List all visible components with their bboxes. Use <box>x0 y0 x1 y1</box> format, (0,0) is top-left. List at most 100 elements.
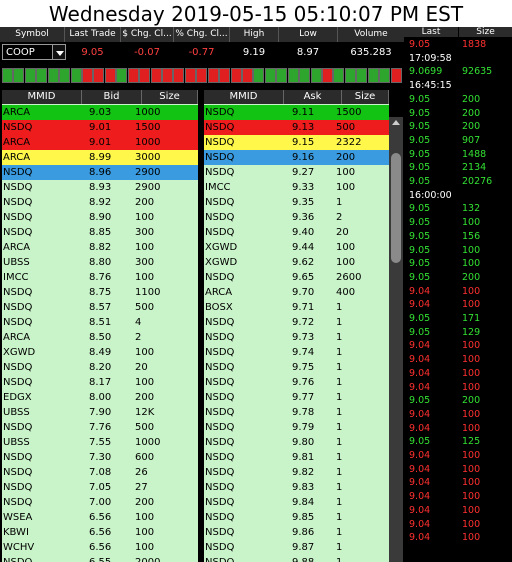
ask-row[interactable]: NSDQ 9.75 1 <box>204 360 389 376</box>
bid-row[interactable]: NSDQ 9.01 1500 <box>2 120 198 136</box>
bid-row[interactable]: NSDQ 6.55 2000 <box>2 555 198 562</box>
ask-row[interactable]: IMCC 9.33 100 <box>204 180 389 196</box>
tick-cell <box>139 68 151 83</box>
bid-row[interactable]: IMCC 8.76 100 <box>2 270 198 286</box>
trade-size: 132 <box>462 203 481 215</box>
bid-row[interactable]: NSDQ 8.17 100 <box>2 375 198 391</box>
ask-mmid: NSDQ <box>205 347 235 358</box>
ask-price: 9.79 <box>292 422 315 433</box>
bid-row[interactable]: NSDQ 7.30 600 <box>2 450 198 466</box>
scroll-thumb[interactable] <box>391 153 401 263</box>
ask-row[interactable]: NSDQ 9.87 1 <box>204 540 389 556</box>
bid-mmid: WSEA <box>3 512 33 523</box>
bid-row[interactable]: KBWI 6.56 100 <box>2 525 198 541</box>
ask-row[interactable]: NSDQ 9.83 1 <box>204 480 389 496</box>
ask-row[interactable]: XGWD 9.44 100 <box>204 240 389 256</box>
trade-row: 9.05 100 <box>404 257 512 271</box>
ask-price: 9.27 <box>292 167 315 178</box>
trade-size: 100 <box>462 381 481 393</box>
bid-row[interactable]: NSDQ 7.05 27 <box>2 480 198 496</box>
bid-row[interactable]: NSDQ 8.93 2900 <box>2 180 198 196</box>
ask-size: 1 <box>336 392 343 403</box>
trade-size: 100 <box>462 532 481 544</box>
ask-price: 9.16 <box>292 152 315 163</box>
bid-row[interactable]: UBSS 7.90 12K <box>2 405 198 421</box>
bid-row[interactable]: ARCA 8.82 100 <box>2 240 198 256</box>
bid-row[interactable]: EDGX 8.00 200 <box>2 390 198 406</box>
ask-size: 1 <box>336 377 343 388</box>
bid-row[interactable]: ARCA 8.99 3000 <box>2 150 198 166</box>
bid-row[interactable]: NSDQ 8.57 500 <box>2 300 198 316</box>
ask-row[interactable]: NSDQ 9.65 2600 <box>204 270 389 286</box>
ask-row[interactable]: NSDQ 9.84 1 <box>204 495 389 511</box>
ask-row[interactable]: NSDQ 9.35 1 <box>204 195 389 211</box>
ask-row[interactable]: NSDQ 9.79 1 <box>204 420 389 436</box>
bid-price-header[interactable]: Bid <box>82 90 142 104</box>
bid-row[interactable]: ARCA 9.01 1000 <box>2 135 198 151</box>
ask-row[interactable]: NSDQ 9.13 500 <box>204 120 389 136</box>
ask-row[interactable]: NSDQ 9.82 1 <box>204 465 389 481</box>
ask-row[interactable]: NSDQ 9.16 200 <box>204 150 389 166</box>
ask-row[interactable]: NSDQ 9.81 1 <box>204 450 389 466</box>
bid-row[interactable]: NSDQ 8.96 2900 <box>2 165 198 181</box>
bid-row[interactable]: UBSS 8.80 300 <box>2 255 198 271</box>
bid-row[interactable]: NSDQ 8.75 1100 <box>2 285 198 301</box>
bid-mmid: NSDQ <box>3 362 33 373</box>
ask-price: 9.77 <box>292 392 315 403</box>
ask-row[interactable]: NSDQ 9.15 2322 <box>204 135 389 151</box>
bid-row[interactable]: NSDQ 8.92 200 <box>2 195 198 211</box>
trade-price: 9.05 <box>409 258 431 270</box>
bid-row[interactable]: WCHV 6.56 100 <box>2 540 198 556</box>
bid-row[interactable]: WSEA 6.56 100 <box>2 510 198 526</box>
ask-row[interactable]: NSDQ 9.78 1 <box>204 405 389 421</box>
bid-row[interactable]: ARCA 8.50 2 <box>2 330 198 346</box>
ask-size-header[interactable]: Size <box>342 90 389 104</box>
bid-size: 2000 <box>135 555 160 562</box>
bid-size-header[interactable]: Size <box>142 90 198 104</box>
tick-cell <box>162 68 173 83</box>
ask-row[interactable]: NSDQ 9.11 1500 <box>204 105 389 121</box>
trade-size: 200 <box>462 271 481 283</box>
ask-row[interactable]: BOSX 9.71 1 <box>204 300 389 316</box>
ask-row[interactable]: ARCA 9.70 400 <box>204 285 389 301</box>
bid-row[interactable]: NSDQ 8.90 100 <box>2 210 198 226</box>
bid-row[interactable]: ARCA 9.03 1000 <box>2 105 198 121</box>
trade-price: 9.04 <box>409 299 431 311</box>
ask-row[interactable]: NSDQ 9.73 1 <box>204 330 389 346</box>
trade-price: 9.05 <box>409 107 431 119</box>
ask-row[interactable]: NSDQ 9.74 1 <box>204 345 389 361</box>
trade-size: 100 <box>462 450 481 461</box>
ask-row[interactable]: NSDQ 9.85 1 <box>204 510 389 526</box>
tick-cell <box>264 68 276 83</box>
bid-row[interactable]: NSDQ 8.20 20 <box>2 360 198 376</box>
bid-mmid-header[interactable]: MMID <box>2 90 82 104</box>
bid-row[interactable]: NSDQ 8.51 4 <box>2 315 198 331</box>
ask-price-header[interactable]: Ask <box>284 90 342 104</box>
ask-row[interactable]: NSDQ 9.40 20 <box>204 225 389 241</box>
ask-row[interactable]: NSDQ 9.77 1 <box>204 390 389 406</box>
bid-price: 8.51 <box>89 317 112 328</box>
bid-size: 1000 <box>135 137 161 148</box>
bid-row[interactable]: NSDQ 7.00 200 <box>2 495 198 511</box>
scroll-up-icon[interactable] <box>392 120 400 125</box>
bid-row[interactable]: UBSS 7.55 1000 <box>2 435 198 451</box>
bid-row[interactable]: NSDQ 7.76 500 <box>2 420 198 436</box>
chevron-down-icon[interactable] <box>52 44 66 60</box>
ask-price: 9.82 <box>292 467 315 478</box>
ask-scrollbar[interactable] <box>389 117 403 562</box>
ask-row[interactable]: NSDQ 9.27 100 <box>204 165 389 181</box>
ask-row[interactable]: NSDQ 9.80 1 <box>204 435 389 451</box>
trade-price: 9.04 <box>409 340 431 352</box>
bid-row[interactable]: XGWD 8.49 100 <box>2 345 198 361</box>
ask-row[interactable]: XGWD 9.62 100 <box>204 255 389 271</box>
ask-row[interactable]: NSDQ 9.88 1 <box>204 555 389 562</box>
ask-size: 500 <box>336 122 356 133</box>
bid-row[interactable]: NSDQ 7.08 26 <box>2 465 198 481</box>
ask-row[interactable]: NSDQ 9.36 2 <box>204 210 389 226</box>
trade-row: 9.04 100 <box>404 381 512 395</box>
bid-row[interactable]: NSDQ 8.85 300 <box>2 225 198 241</box>
ask-row[interactable]: NSDQ 9.72 1 <box>204 315 389 331</box>
ask-mmid-header[interactable]: MMID <box>204 90 284 104</box>
ask-row[interactable]: NSDQ 9.86 1 <box>204 525 389 541</box>
ask-row[interactable]: NSDQ 9.76 1 <box>204 375 389 391</box>
